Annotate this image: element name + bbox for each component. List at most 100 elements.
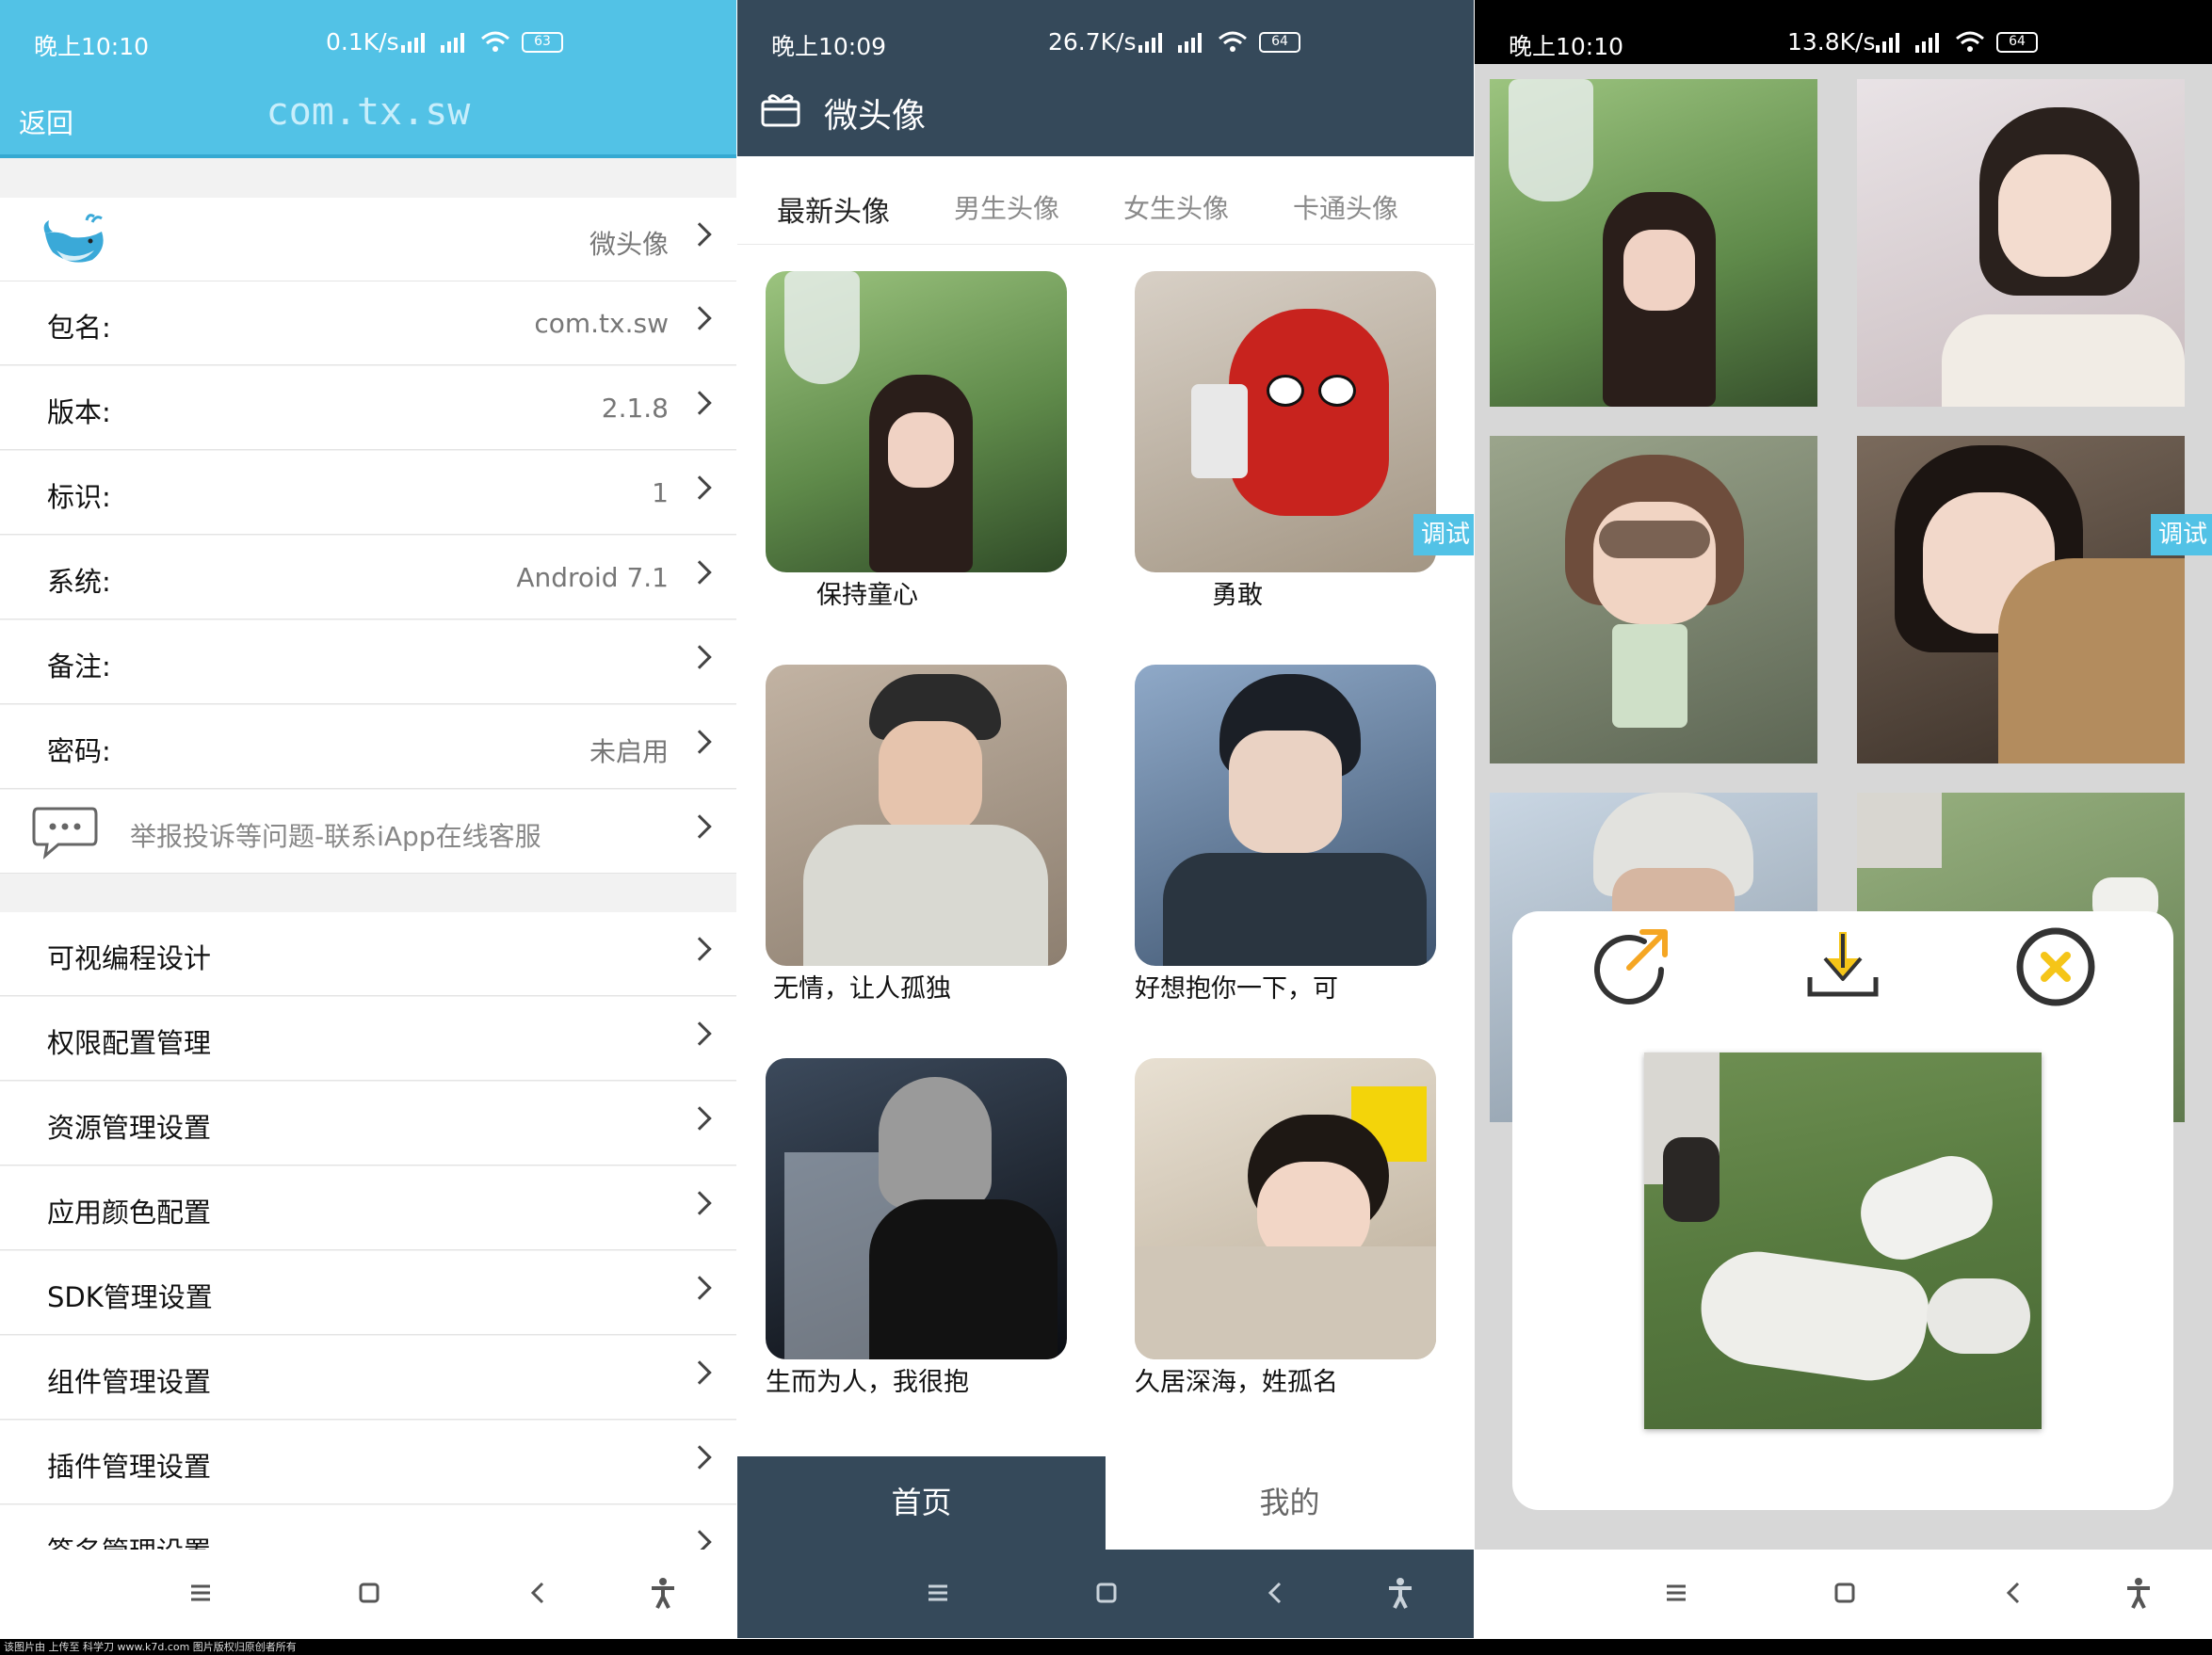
home-icon[interactable] (1828, 1576, 1862, 1610)
chevron-right-icon (687, 475, 712, 500)
close-icon[interactable] (2013, 924, 2098, 1009)
avatar-card-image[interactable] (1135, 1058, 1436, 1359)
tab-cartoon[interactable]: 卡通头像 (1293, 188, 1398, 226)
avatar-preview-screen: 晚上10:10 13.8K/s 64 调试 (1475, 0, 2212, 1638)
chevron-right-icon (687, 391, 712, 415)
whale-icon (43, 214, 104, 263)
accessibility-icon[interactable] (1383, 1576, 1417, 1610)
avatar-card-image[interactable] (1135, 271, 1436, 572)
tab-female[interactable]: 女生头像 (1123, 188, 1229, 226)
chevron-right-icon (687, 222, 712, 247)
download-icon[interactable] (1800, 926, 1885, 1007)
network-speed: 13.8K/s (1787, 28, 1876, 56)
accessibility-icon[interactable] (646, 1576, 680, 1610)
status-time: 晚上10:09 (771, 33, 887, 60)
info-row-label: 备注: (47, 651, 111, 683)
battery-icon: 64 (1259, 32, 1300, 53)
image-credit-footer: 该图片由 上传至 科学刀 www.k7d.com 图片版权归原创者所有 (0, 1639, 2212, 1655)
battery-icon: 64 (1996, 32, 2038, 53)
share-icon[interactable] (1588, 926, 1672, 1007)
avatar-card-image[interactable] (766, 1058, 1067, 1359)
status-bar: 晚上10:10 0.1K/s 63 (0, 0, 736, 89)
info-row-value: 未启用 (589, 736, 669, 767)
wifi-icon (481, 31, 509, 52)
info-row-password[interactable]: 密码: 未启用 (0, 705, 736, 789)
status-bar: 晚上10:10 13.8K/s 64 (1475, 0, 2212, 64)
home-icon[interactable] (1090, 1576, 1123, 1610)
nav-home[interactable]: 首页 (737, 1456, 1106, 1550)
info-row-system[interactable]: 系统: Android 7.1 (0, 536, 736, 619)
info-row-value: com.tx.sw (534, 308, 669, 339)
menu-item-visual-programming[interactable]: 可视编程设计 (0, 912, 736, 996)
bottom-nav: 首页 我的 (737, 1456, 1474, 1550)
home-icon[interactable] (352, 1576, 386, 1610)
avatar-card-caption: 久居深海，姓孤名 (1135, 1368, 1338, 1397)
chat-bubble-icon (32, 807, 98, 860)
signal-icon (1138, 33, 1162, 53)
app-title: 微头像 (824, 97, 927, 136)
menu-item-label: 应用颜色配置 (47, 1197, 212, 1229)
menu-item-sdk[interactable]: SDK管理设置 (0, 1251, 736, 1335)
app-header: 晚上10:09 26.7K/s 64 微头像 (737, 0, 1474, 156)
tab-male[interactable]: 男生头像 (954, 188, 1059, 226)
grid-image[interactable] (1857, 79, 2185, 407)
info-row-id[interactable]: 标识: 1 (0, 451, 736, 535)
menu-icon[interactable] (921, 1576, 955, 1610)
accessibility-icon[interactable] (2122, 1576, 2155, 1610)
app-info-screen: 晚上10:10 0.1K/s 63 返回 com.tx.sw 微头像 包名: c… (0, 0, 736, 1638)
system-nav-bar (0, 1550, 736, 1638)
menu-item-colors[interactable]: 应用颜色配置 (0, 1166, 736, 1250)
chevron-right-icon (687, 814, 712, 839)
menu-icon[interactable] (184, 1576, 218, 1610)
info-row-note[interactable]: 备注: (0, 620, 736, 704)
network-speed: 0.1K/s (326, 28, 399, 56)
avatar-card-caption: 保持童心 (816, 581, 918, 610)
menu-icon[interactable] (1659, 1576, 1693, 1610)
menu-item-label: 可视编程设计 (47, 942, 212, 974)
status-bar: 晚上10:09 26.7K/s 64 (737, 0, 1474, 89)
category-tabs: 最新头像 男生头像 女生头像 卡通头像 (737, 156, 1474, 245)
back-icon[interactable] (1259, 1576, 1293, 1610)
signal-icon (1178, 33, 1202, 53)
nav-mine[interactable]: 我的 (1106, 1456, 1474, 1550)
system-nav-bar (1475, 1550, 2212, 1638)
chevron-right-icon (687, 1106, 712, 1131)
info-row-label: 密码: (47, 735, 111, 767)
debug-button[interactable]: 调试 (1413, 514, 1474, 555)
chevron-right-icon (687, 1360, 712, 1385)
wifi-icon (1956, 31, 1984, 52)
chevron-right-icon (687, 1191, 712, 1215)
menu-item-label: 权限配置管理 (47, 1027, 212, 1059)
menu-item-plugins[interactable]: 插件管理设置 (0, 1421, 736, 1504)
page-title: com.tx.sw (266, 90, 471, 134)
signal-icon (441, 33, 464, 53)
info-row-version[interactable]: 版本: 2.1.8 (0, 366, 736, 450)
grid-image[interactable] (1490, 79, 1817, 407)
report-row[interactable]: 举报投诉等问题-联系iApp在线客服 (0, 790, 736, 874)
menu-item-resources[interactable]: 资源管理设置 (0, 1082, 736, 1165)
menu-item-label: SDK管理设置 (47, 1281, 213, 1313)
chevron-right-icon (687, 645, 712, 669)
signal-icon (401, 33, 425, 53)
chevron-right-icon (687, 937, 712, 961)
avatar-card-image[interactable] (766, 271, 1067, 572)
menu-item-permissions[interactable]: 权限配置管理 (0, 997, 736, 1081)
info-row-label: 包名: (47, 312, 111, 344)
battery-icon: 63 (522, 32, 563, 53)
avatar-card-caption: 无情，让人孤独 (773, 974, 951, 1004)
tab-latest[interactable]: 最新头像 (777, 188, 890, 230)
menu-item-components[interactable]: 组件管理设置 (0, 1336, 736, 1420)
back-icon[interactable] (1997, 1576, 2031, 1610)
back-icon[interactable] (522, 1576, 556, 1610)
avatar-card-image[interactable] (766, 665, 1067, 966)
preview-image (1644, 1052, 2042, 1429)
grid-image[interactable] (1490, 436, 1817, 763)
grid-image[interactable] (1857, 436, 2185, 763)
avatar-card-image[interactable] (1135, 665, 1436, 966)
app-name-row[interactable]: 微头像 (0, 198, 736, 281)
avatar-card-caption: 生而为人，我很抱 (766, 1368, 969, 1397)
chevron-right-icon (687, 1445, 712, 1470)
signal-icon (1876, 33, 1899, 53)
debug-button[interactable]: 调试 (2151, 514, 2212, 555)
info-row-package[interactable]: 包名: com.tx.sw (0, 281, 736, 365)
